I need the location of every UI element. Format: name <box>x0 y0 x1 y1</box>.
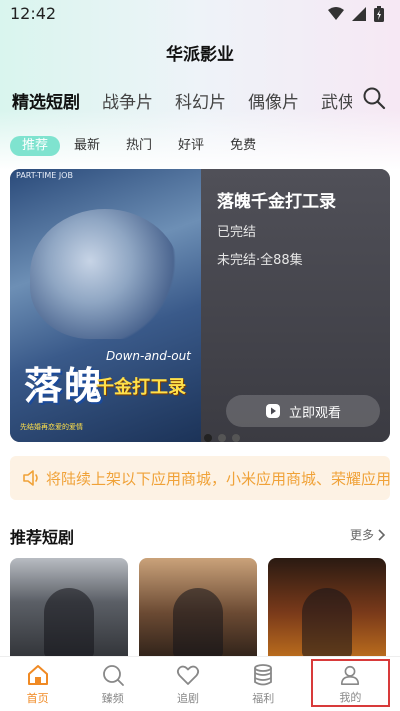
tab-featured[interactable]: 精选短剧 <box>12 88 80 113</box>
chip-hot[interactable]: 热门 <box>114 136 164 156</box>
heart-icon <box>176 665 200 685</box>
search-icon[interactable] <box>362 86 386 110</box>
tab-idol[interactable]: 偶像片 <box>248 88 299 113</box>
nav-follow-label: 追剧 <box>177 692 199 705</box>
status-bar: 12:42 <box>0 0 400 28</box>
carousel-dot[interactable] <box>204 434 212 442</box>
filter-chips: 推荐 最新 热门 好评 免费 <box>10 136 270 156</box>
section-title: 推荐短剧 <box>10 528 75 547</box>
card-thumbnail <box>44 588 94 658</box>
drama-card[interactable] <box>139 558 257 658</box>
chip-free[interactable]: 免费 <box>218 136 268 156</box>
chip-top-rated[interactable]: 好评 <box>166 136 216 156</box>
nav-discover-label: 臻频 <box>101 692 124 705</box>
notice-bar[interactable]: 将陆续上架以下应用商城，小米应用商城、荣耀应用商城 <box>10 456 390 500</box>
nav-home[interactable]: 首页 <box>0 657 75 711</box>
watch-now-label: 立即观看 <box>288 405 341 421</box>
carousel-indicator <box>204 434 240 442</box>
speaker-icon <box>23 470 38 486</box>
carousel-dot[interactable] <box>218 434 226 442</box>
poster-figure <box>30 209 180 339</box>
home-icon <box>27 665 48 685</box>
card-thumbnail <box>173 588 223 658</box>
drama-card[interactable] <box>268 558 386 658</box>
drama-card-list <box>10 558 390 658</box>
bottom-tab-bar: 首页 臻频 追剧 福利 我的 <box>0 656 400 711</box>
nav-mine[interactable]: 我的 <box>310 659 391 707</box>
poster-title: 落魄 <box>24 364 105 408</box>
poster-english-title: Down-and-out <box>106 349 191 363</box>
banner-info: 落魄千金打工录 已完结 未完结·全88集 立即观看 <box>201 169 390 442</box>
poster-subtitle: 千金打工录 <box>96 377 186 398</box>
nav-home-label: 首页 <box>26 692 49 705</box>
tab-scifi[interactable]: 科幻片 <box>175 88 226 113</box>
status-time: 12:42 <box>10 4 57 23</box>
carousel-dot[interactable] <box>232 434 240 442</box>
notice-text: 将陆续上架以下应用商城，小米应用商城、荣耀应用商城 <box>46 470 390 488</box>
nav-rewards[interactable]: 福利 <box>226 657 301 711</box>
poster-top-text: PART-TIME JOB <box>16 171 73 180</box>
nav-follow[interactable]: 追剧 <box>150 657 225 711</box>
nav-discover[interactable]: 臻频 <box>75 657 150 711</box>
featured-banner[interactable]: PART-TIME JOB Down-and-out 落魄 千金打工录 先结婚再… <box>10 169 390 442</box>
status-icons <box>328 6 384 22</box>
tab-war[interactable]: 战争片 <box>102 88 153 113</box>
drama-card[interactable] <box>10 558 128 658</box>
chevron-right-icon <box>378 528 386 541</box>
nav-mine-label: 我的 <box>339 691 362 704</box>
watch-now-button[interactable]: 立即观看 <box>226 395 380 427</box>
app-title: 华派影业 <box>166 45 234 65</box>
coins-icon <box>254 664 273 686</box>
battery-icon <box>374 6 384 22</box>
tab-wuxia[interactable]: 武侠 <box>321 88 352 113</box>
poster-tagline: 先结婚再恋爱的爱情 <box>20 423 83 431</box>
chip-latest[interactable]: 最新 <box>62 136 112 156</box>
banner-episodes: 未完结·全88集 <box>217 253 303 268</box>
user-icon <box>341 665 360 685</box>
category-tabs: 精选短剧 战争片 科幻片 偶像片 武侠 <box>12 88 352 118</box>
nav-rewards-label: 福利 <box>252 692 275 705</box>
banner-title: 落魄千金打工录 <box>217 192 336 212</box>
search-icon <box>102 665 124 686</box>
more-link[interactable]: 更多 <box>350 526 386 543</box>
wifi-icon <box>328 7 344 20</box>
banner-poster[interactable]: PART-TIME JOB Down-and-out 落魄 千金打工录 先结婚再… <box>10 169 201 442</box>
chip-recommended[interactable]: 推荐 <box>10 136 61 156</box>
play-icon <box>265 404 280 418</box>
card-thumbnail <box>302 588 352 658</box>
signal-icon <box>352 7 366 21</box>
more-label: 更多 <box>349 528 374 542</box>
banner-status: 已完结 <box>217 225 257 240</box>
